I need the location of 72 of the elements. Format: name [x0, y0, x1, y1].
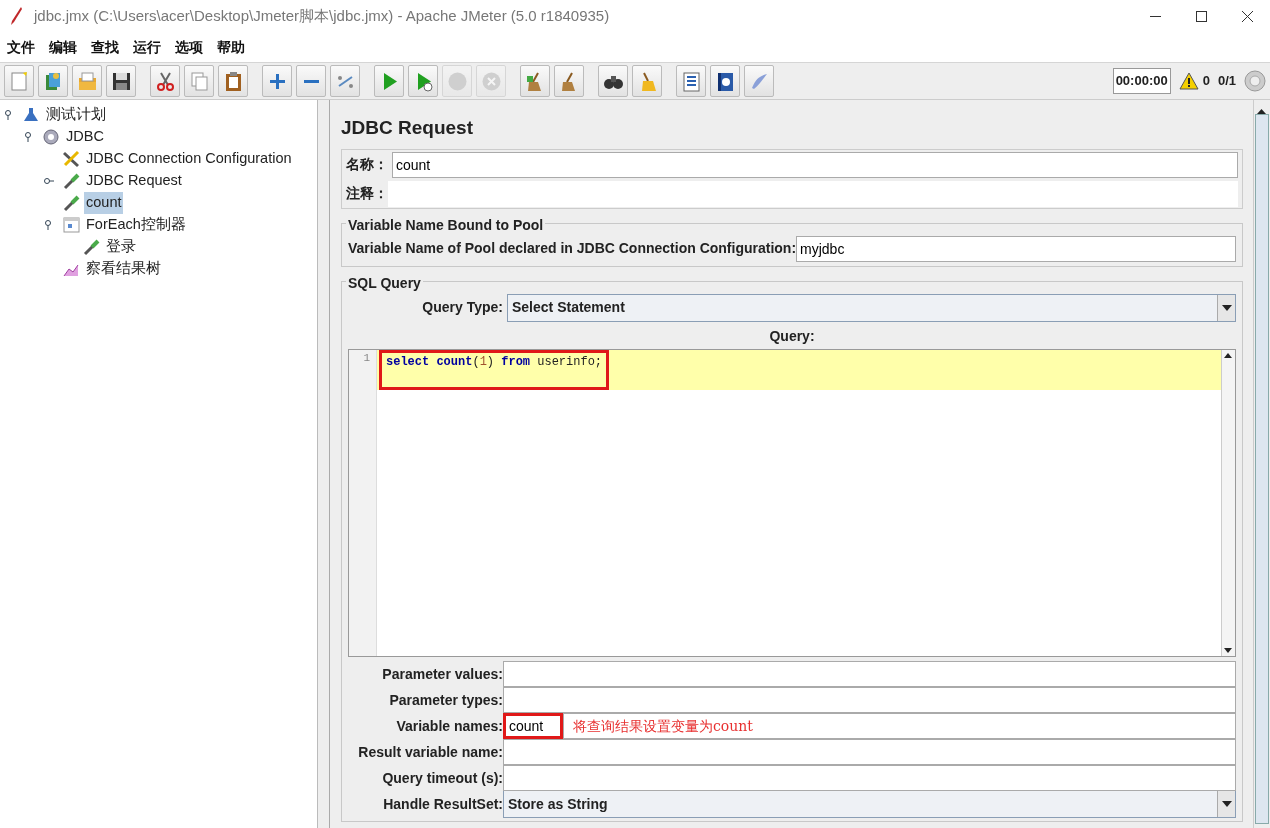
input-field[interactable]	[503, 661, 1236, 687]
gear-icon	[42, 128, 60, 146]
pipette-icon	[62, 194, 80, 212]
field-label: 名称：	[346, 155, 388, 174]
field-label: Parameter types:	[388, 690, 503, 710]
menu-item[interactable]: 查找	[84, 32, 126, 62]
toolbar-button[interactable]	[106, 65, 136, 97]
thread-count: 0/1	[1217, 72, 1236, 91]
tree-item[interactable]: JDBC Request	[84, 170, 184, 192]
menu-item[interactable]: 文件	[0, 32, 42, 62]
tree-handle-icon[interactable]	[44, 176, 54, 186]
input-field[interactable]: count	[503, 713, 563, 739]
field-label: Handle ResultSet:	[382, 794, 503, 814]
dropdown-value: Store as String	[508, 794, 608, 814]
tree-handle-icon[interactable]	[4, 110, 14, 120]
tree-item[interactable]: count	[84, 192, 124, 214]
field-label: Variable names:	[395, 716, 503, 736]
maximize-icon	[1195, 10, 1207, 22]
code-line: select count(1) from userinfo;	[386, 354, 603, 369]
window-title: jdbc.jmx (C:\Users\acer\Desktop\Jmeter脚本\jdbc.jmx) - Apache JMeter (5.0 r1840935)	[34, 5, 610, 26]
annotation-text: 将查询结果设置变量为count	[573, 717, 753, 736]
query-editor[interactable]: 1 select count(1) from userinfo;	[348, 348, 1236, 657]
result-handling-dropdown[interactable]: Store as String	[503, 790, 1236, 818]
caret-icon	[1221, 304, 1232, 311]
toolbar-button[interactable]	[676, 65, 706, 97]
editor-label: Query:	[769, 327, 815, 344]
tree-item[interactable]: JDBC Connection Configuration	[84, 148, 294, 170]
field-label: Result variable name:	[357, 742, 503, 762]
tree-item[interactable]: 测试计划	[44, 104, 108, 126]
tree-item[interactable]: ForEach控制器	[84, 214, 188, 236]
query-type-dropdown[interactable]: Select Statement	[507, 293, 1236, 322]
caret-icon	[1221, 801, 1232, 807]
menu-item[interactable]: 编辑	[42, 32, 84, 62]
minus-icon	[303, 78, 319, 84]
field-label: Query Type:	[421, 298, 503, 317]
close-icon	[1241, 10, 1253, 22]
tree-item[interactable]: 登录	[104, 236, 138, 258]
input-field[interactable]	[503, 739, 1236, 765]
menu-item[interactable]: 选项	[168, 32, 210, 62]
panel-title: JDBC Request	[341, 116, 474, 140]
input-field[interactable]	[503, 687, 1236, 713]
field-label: 注释：	[346, 184, 388, 203]
dropdown-value: Select Statement	[512, 298, 625, 317]
controller-icon	[62, 216, 80, 234]
field-label: Variable Name of Pool declared in JDBC Connection Configuration:	[348, 239, 797, 258]
tree-handle-icon[interactable]	[44, 220, 54, 230]
scrollbar-thumb[interactable]	[1255, 114, 1269, 824]
flask-icon	[22, 106, 40, 124]
toolbar-button[interactable]	[710, 65, 740, 97]
toolbar-button[interactable]	[150, 65, 180, 97]
tree-item[interactable]: JDBC	[64, 126, 106, 148]
warning-count: 0	[1202, 72, 1210, 91]
wrench-icon	[62, 150, 80, 168]
feather-icon	[8, 6, 24, 26]
menu-item[interactable]: 运行	[126, 32, 168, 62]
tree-handle-icon[interactable]	[24, 132, 34, 142]
menu-item[interactable]: 帮助	[210, 32, 252, 62]
warning-icon	[1178, 72, 1199, 90]
pipette-icon	[82, 238, 100, 256]
comment-field[interactable]	[388, 180, 1238, 207]
field-label: Query timeout (s):	[381, 768, 503, 788]
field-label: Parameter values:	[381, 664, 503, 684]
pool-name-field[interactable]: myjdbc	[796, 235, 1236, 262]
line-number: 1	[363, 350, 370, 366]
input-field[interactable]	[503, 765, 1236, 791]
splitter[interactable]	[318, 100, 330, 828]
elapsed-timer: 00:00:00	[1112, 68, 1171, 94]
remote-status-icon	[1244, 70, 1266, 92]
toolbar-button[interactable]	[598, 65, 628, 97]
pipette-icon	[62, 172, 80, 190]
name-field[interactable]: count	[392, 151, 1238, 178]
tree-item[interactable]: 察看结果树	[84, 258, 163, 280]
